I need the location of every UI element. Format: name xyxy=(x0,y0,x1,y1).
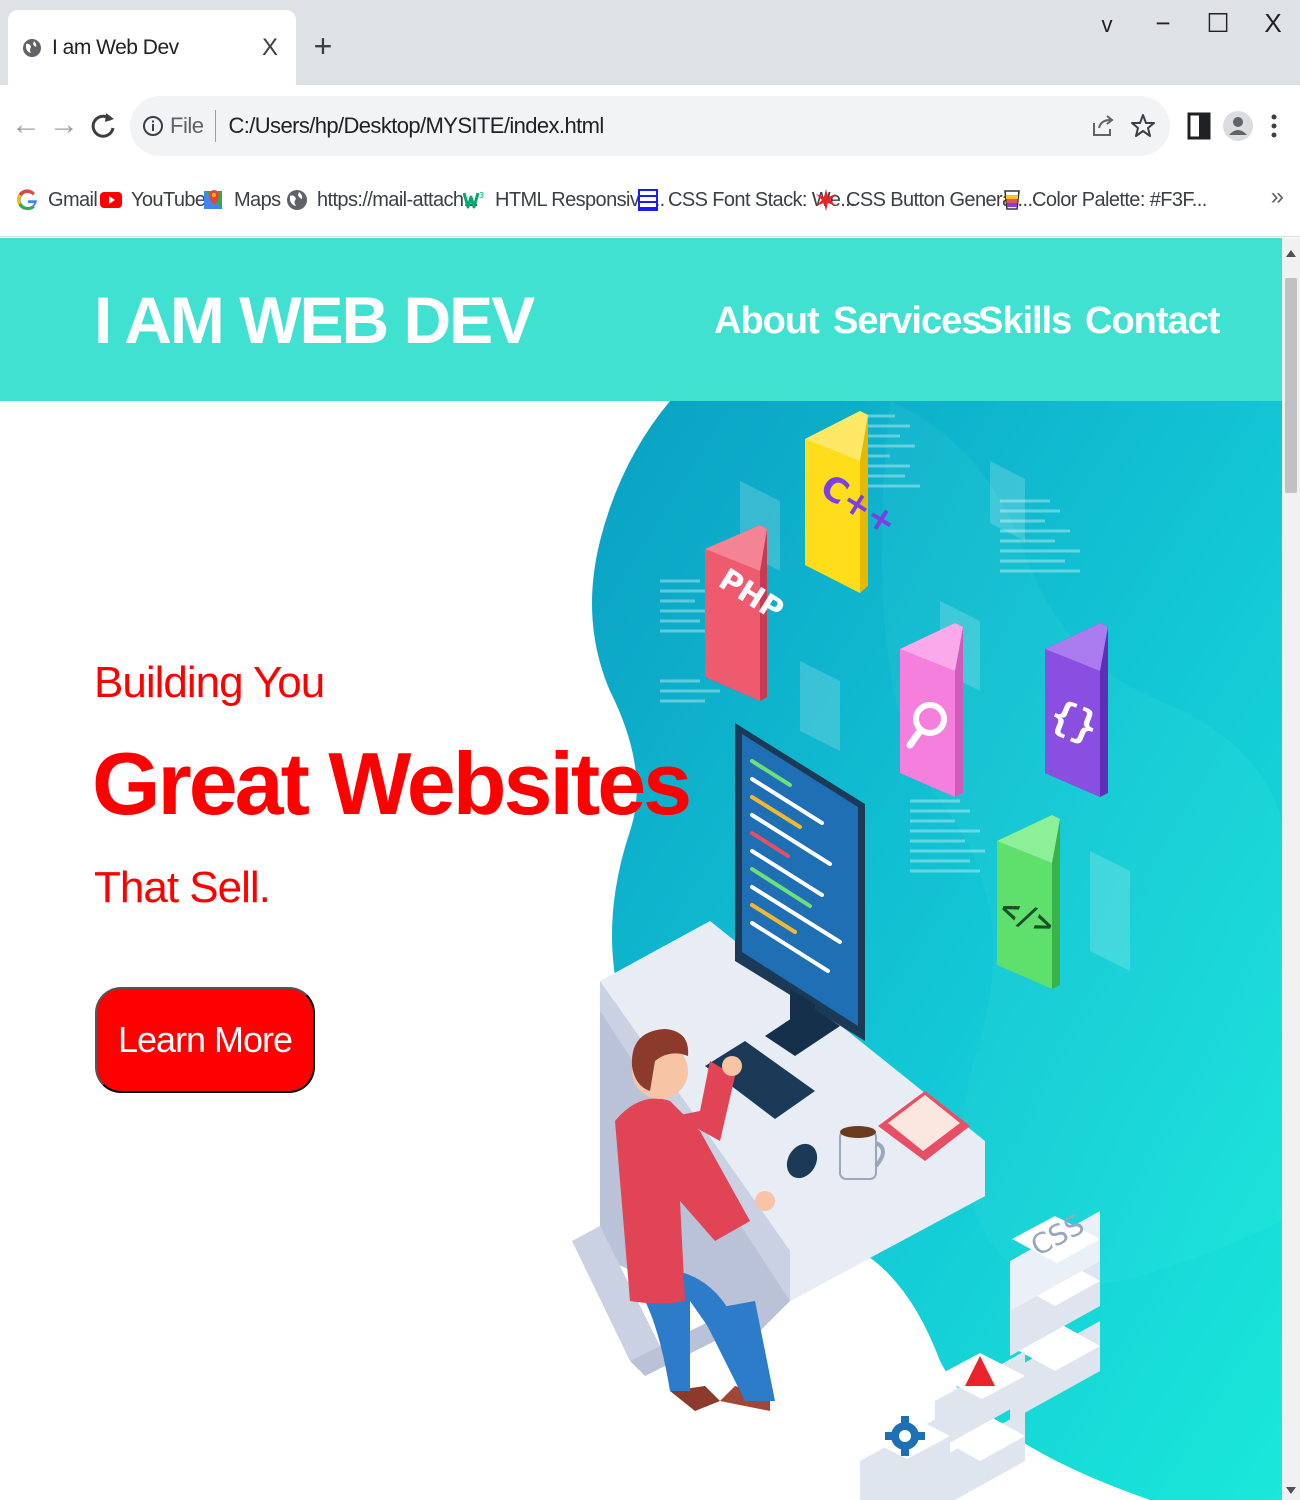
cssfont-icon xyxy=(638,189,658,211)
bookmark-html-responsive[interactable]: 3 HTML Responsive... xyxy=(463,183,665,217)
side-panel-icon[interactable] xyxy=(1184,109,1214,143)
bookmark-label: Color Palette: #F3F... xyxy=(1032,188,1207,211)
globe-icon xyxy=(287,190,307,210)
nav-link-about[interactable]: About xyxy=(714,300,820,343)
site-header: I AM WEB DEV About Services Skills Conta… xyxy=(0,238,1282,401)
bookmark-label: Maps xyxy=(234,188,281,211)
bookmark-mail-attach[interactable]: https://mail-attach... xyxy=(285,183,479,217)
hero-illustration: C++ PHP {} </> CSS xyxy=(572,401,1282,1500)
url-text[interactable]: C:/Users/hp/Desktop/MYSITE/index.html xyxy=(228,113,1090,139)
tab-strip: I am Web Dev X + v − ☐ X xyxy=(0,0,1300,85)
kebab-menu-icon[interactable] xyxy=(1264,109,1284,143)
omnibox-separator xyxy=(215,110,217,142)
browser-tab[interactable]: I am Web Dev X xyxy=(8,10,296,85)
bookmarks-bar: Gmail YouTube Maps https://mail-attach..… xyxy=(0,165,1300,237)
maps-icon xyxy=(204,190,222,209)
tab-search-chevron-icon[interactable]: v xyxy=(1092,12,1122,38)
site-logo[interactable]: I AM WEB DEV xyxy=(94,282,535,358)
hero-tagline: That Sell. xyxy=(94,863,271,912)
w3-icon: 3 xyxy=(463,191,485,209)
page-scrollbar[interactable] xyxy=(1282,238,1300,1500)
profile-avatar-icon[interactable] xyxy=(1221,109,1255,143)
forward-button[interactable]: → xyxy=(46,105,82,145)
search-tile xyxy=(900,623,963,797)
browser-toolbar: ← → File C:/Users/hp/Desktop/MYSITE/inde… xyxy=(0,85,1300,165)
hero-eyebrow: Building You xyxy=(94,658,325,707)
google-icon xyxy=(16,189,37,210)
bookmark-star-icon[interactable] xyxy=(1130,113,1156,139)
close-window-button[interactable]: X xyxy=(1258,8,1288,39)
scroll-down-arrow-icon[interactable] xyxy=(1286,1487,1296,1494)
back-button[interactable]: ← xyxy=(8,105,44,145)
scrollbar-thumb[interactable] xyxy=(1285,278,1297,493)
learn-more-button[interactable]: Learn More xyxy=(95,987,315,1093)
code-tile: </> xyxy=(995,815,1060,989)
tab-title: I am Web Dev xyxy=(52,35,179,59)
svg-text:3: 3 xyxy=(479,191,484,200)
nav-link-skills[interactable]: Skills xyxy=(978,300,1072,343)
nav-link-services[interactable]: Services xyxy=(833,300,982,343)
star-burst-icon xyxy=(816,189,836,211)
bookmarks-overflow-button[interactable]: » xyxy=(1271,183,1284,211)
scroll-up-arrow-icon[interactable] xyxy=(1286,250,1296,257)
share-icon[interactable] xyxy=(1090,113,1116,139)
bookmark-maps[interactable]: Maps xyxy=(202,183,281,217)
bookmark-label: YouTube xyxy=(131,188,206,211)
new-tab-button[interactable]: + xyxy=(308,26,338,66)
braces-tile: {} xyxy=(1043,623,1108,797)
page-viewport: I AM WEB DEV About Services Skills Conta… xyxy=(0,238,1282,1500)
address-bar[interactable]: File C:/Users/hp/Desktop/MYSITE/index.ht… xyxy=(130,96,1170,156)
reload-icon[interactable] xyxy=(88,109,118,143)
bookmark-gmail[interactable]: Gmail xyxy=(16,183,98,217)
hero-headline: Great Websites xyxy=(92,734,692,833)
bookmark-color-palette[interactable]: Color Palette: #F3F... xyxy=(1000,183,1207,217)
bookmark-label: https://mail-attach... xyxy=(317,188,479,211)
globe-icon xyxy=(23,38,41,57)
info-icon[interactable] xyxy=(142,115,164,137)
youtube-icon xyxy=(100,192,122,208)
bookmark-label: Gmail xyxy=(48,188,98,211)
minimize-button[interactable]: − xyxy=(1148,8,1178,39)
nav-link-contact[interactable]: Contact xyxy=(1085,300,1220,343)
bookmark-youtube[interactable]: YouTube xyxy=(99,183,206,217)
maximize-button[interactable]: ☐ xyxy=(1203,8,1233,39)
cup-icon xyxy=(1004,190,1020,210)
close-tab-icon[interactable]: X xyxy=(258,34,282,62)
gear-block-stack xyxy=(860,1411,950,1500)
scheme-label: File xyxy=(170,113,204,138)
